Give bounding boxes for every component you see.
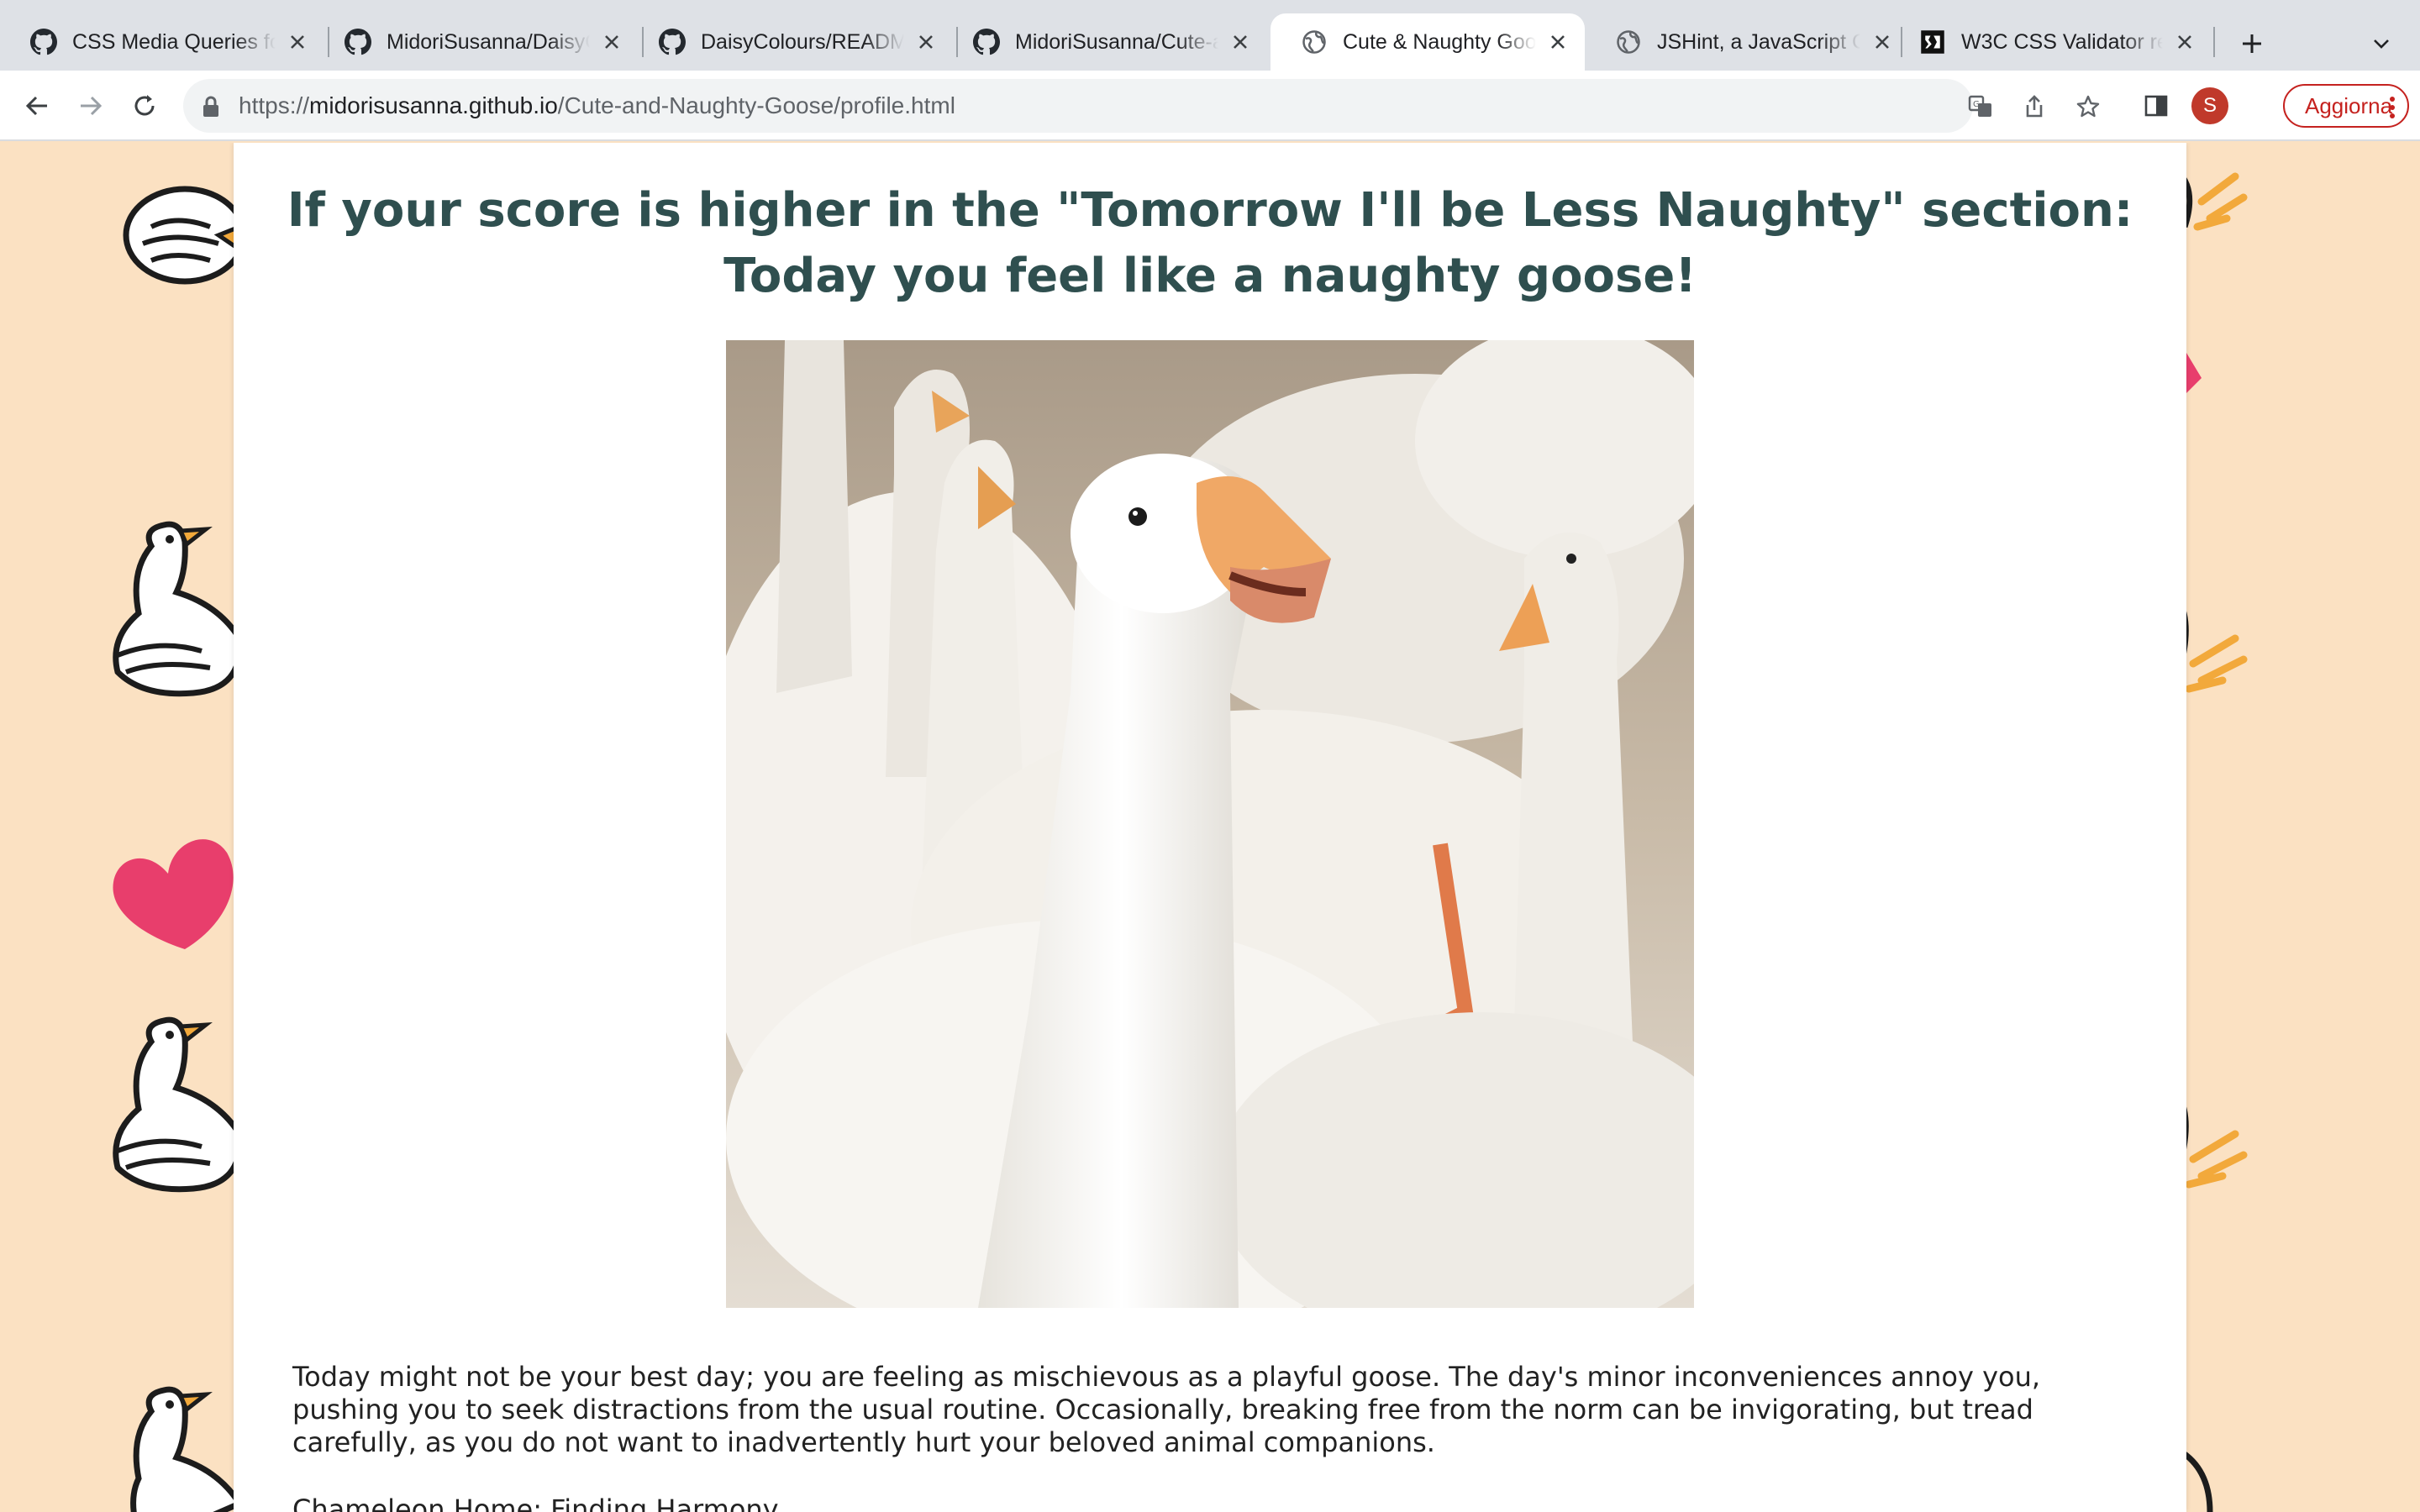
tab-divider (2213, 27, 2215, 57)
svg-text:G: G (1973, 100, 1980, 109)
tab-title: CSS Media Queries for Responsive Design (72, 29, 276, 54)
url-path: /Cute-and-Naughty-Goose/profile.html (557, 92, 955, 118)
browser-toolbar: https://midorisusanna.github.io/Cute-and… (0, 71, 2420, 141)
share-icon[interactable] (2020, 92, 2049, 121)
page-viewport[interactable]: If your score is higher in the "Tomorrow… (0, 143, 2420, 1512)
star-icon[interactable] (2074, 92, 2102, 121)
plus-icon (2243, 34, 2261, 53)
profile-avatar[interactable]: S (2191, 87, 2228, 124)
tab-search-button[interactable] (2365, 27, 2398, 60)
tab-title: JSHint, a JavaScript Code Quality Tool (1657, 29, 1860, 54)
more-vert-icon (2389, 96, 2396, 125)
tab-cute-naughty-goose[interactable]: Cute & Naughty Goose (1270, 13, 1585, 71)
tab-css-media-queries[interactable]: CSS Media Queries for Responsive Design (0, 13, 324, 71)
url-text[interactable]: https://midorisusanna.github.io/Cute-and… (239, 79, 955, 133)
close-icon[interactable] (914, 30, 938, 54)
tab-title: Cute & Naughty Goose (1343, 29, 1536, 54)
w3c-icon (1919, 29, 1946, 55)
tab-daisycolours-readme[interactable]: DaisyColours/README.md (629, 13, 953, 71)
heading-line-2: Today you feel like a naughty goose! (723, 249, 1697, 303)
reload-icon (134, 95, 155, 116)
address-bar[interactable]: https://midorisusanna.github.io/Cute-and… (183, 79, 2100, 133)
forward-button[interactable] (72, 87, 109, 124)
chevron-down-icon (2374, 39, 2389, 49)
close-icon[interactable] (286, 30, 309, 54)
tab-title: MidoriSusanna/DaisyColours (387, 29, 590, 54)
url-host: midorisusanna.github.io (309, 92, 558, 118)
tab-daisycolours-repo[interactable]: MidoriSusanna/DaisyColours (314, 13, 639, 71)
tab-title: MidoriSusanna/Cute-and-Naughty-Goose (1015, 29, 1218, 54)
back-button[interactable] (18, 87, 55, 124)
arrow-right-icon (81, 96, 103, 116)
github-icon (30, 29, 57, 55)
tab-jshint[interactable]: JSHint, a JavaScript Code Quality Tool (1585, 13, 1909, 71)
tab-title: DaisyColours/README.md (701, 29, 904, 54)
github-icon (973, 29, 1000, 55)
heading-line-1: If your score is higher in the "Tomorrow… (287, 183, 2133, 238)
side-panel-icon[interactable] (2138, 87, 2175, 124)
url-scheme: https:// (239, 92, 310, 118)
content-card: If your score is higher in the "Tomorrow… (234, 143, 2186, 1512)
github-icon (345, 29, 371, 55)
naughty-goose-photo (726, 340, 1694, 1308)
translate-icon[interactable]: G (1966, 92, 1995, 121)
update-button[interactable]: Aggiorna (2283, 84, 2409, 128)
tab-strip: CSS Media Queries for Responsive Design … (0, 0, 2420, 71)
heart-icon (113, 839, 234, 949)
tab-title: W3C CSS Validator results (1961, 29, 2163, 54)
update-label: Aggiorna (2305, 92, 2393, 118)
close-icon[interactable] (1546, 30, 1570, 54)
result-description: Today might not be your best day; you ar… (292, 1361, 2041, 1458)
tab-w3c-validator[interactable]: W3C CSS Validator results (1889, 13, 2212, 71)
new-tab-button[interactable] (2232, 24, 2272, 64)
next-section-title: Chameleon Home: Finding Harmony (292, 1494, 779, 1512)
reload-button[interactable] (126, 87, 163, 124)
globe-icon (1615, 29, 1642, 55)
globe-icon (1301, 29, 1328, 55)
close-icon[interactable] (600, 30, 623, 54)
close-icon[interactable] (2173, 30, 2196, 54)
tab-cute-goose-repo[interactable]: MidoriSusanna/Cute-and-Naughty-Goose (943, 13, 1267, 71)
result-heading: If your score is higher in the "Tomorrow… (234, 178, 2186, 309)
lock-icon (203, 96, 218, 117)
arrow-left-icon (25, 96, 47, 116)
close-icon[interactable] (1228, 30, 1252, 54)
github-icon (659, 29, 686, 55)
